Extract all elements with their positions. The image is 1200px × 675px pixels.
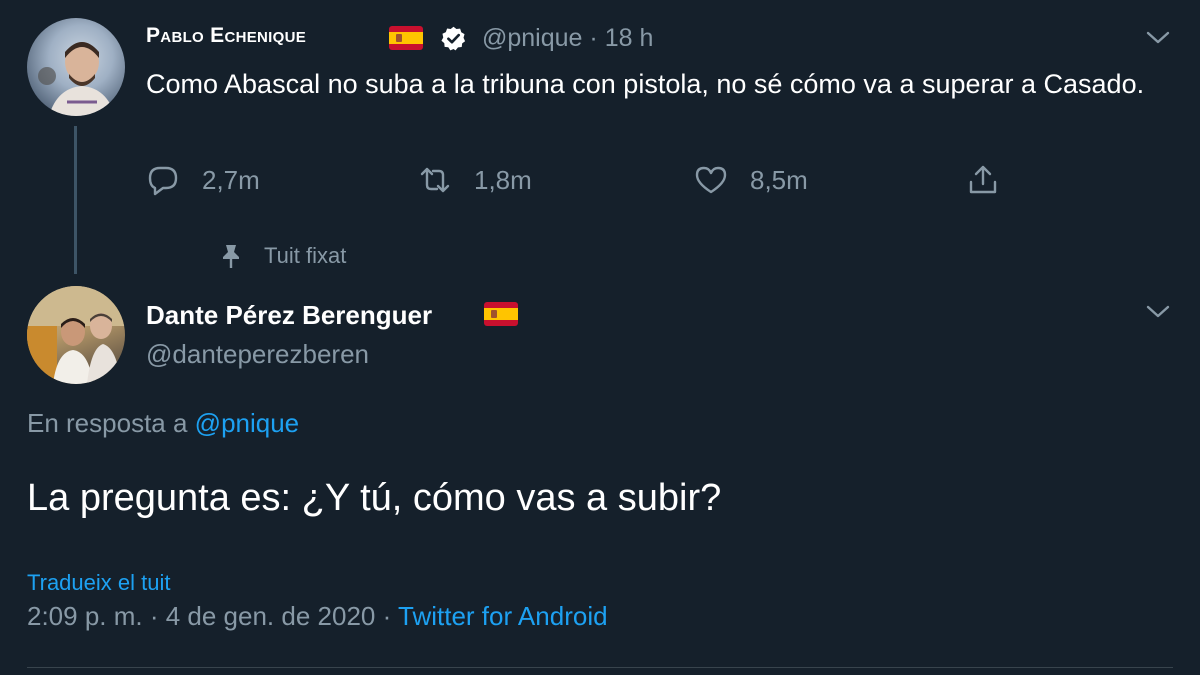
- tweet-author-name[interactable]: Pablo Echenique: [146, 24, 306, 48]
- thread-connector-line: [74, 126, 77, 274]
- like-button[interactable]: 8,5m: [694, 160, 808, 200]
- tweet-meta: @pnique · 18 h: [482, 24, 653, 53]
- share-button[interactable]: [966, 160, 1000, 200]
- reply-button[interactable]: 2,7m: [146, 160, 260, 200]
- verified-badge-icon: [441, 26, 466, 51]
- tweet-handle[interactable]: @pnique: [482, 24, 582, 52]
- avatar-dante-perez-berenguer[interactable]: [27, 286, 125, 384]
- heart-icon: [695, 166, 727, 194]
- tweet-author-name[interactable]: Dante Pérez Berenguer: [146, 300, 432, 331]
- avatar-pablo-echenique[interactable]: [27, 18, 125, 116]
- tweet-handle[interactable]: @danteperezberen: [146, 339, 369, 370]
- divider: [27, 667, 1173, 668]
- reply-icon: [148, 166, 178, 196]
- reply-count: 2,7m: [202, 164, 260, 195]
- pin-icon: [223, 245, 239, 268]
- tweet-time[interactable]: 18 h: [605, 24, 654, 52]
- pinned-tweet-indicator: Tuit fixat: [220, 243, 346, 269]
- spain-flag-icon: [389, 26, 423, 50]
- like-count: 8,5m: [750, 164, 808, 195]
- retweet-icon: [420, 167, 450, 193]
- avatar-portrait: [27, 286, 125, 384]
- reply-prefix: En resposta a: [27, 408, 188, 438]
- reply-context: En resposta a @pnique: [27, 408, 299, 439]
- reply-to-link[interactable]: @pnique: [195, 408, 299, 438]
- avatar-portrait: [38, 42, 115, 116]
- timestamp-text[interactable]: 2:09 p. m. · 4 de gen. de 2020 ·: [27, 601, 391, 631]
- source-link[interactable]: Twitter for Android: [398, 601, 608, 631]
- share-icon: [969, 165, 997, 194]
- retweet-count: 1,8m: [474, 164, 532, 195]
- translate-tweet-link[interactable]: Tradueix el tuit: [27, 570, 170, 596]
- retweet-button[interactable]: 1,8m: [418, 160, 532, 200]
- tweet-text: La pregunta es: ¿Y tú, cómo vas a subir?: [27, 477, 722, 519]
- pinned-label: Tuit fixat: [264, 243, 347, 268]
- tweet-text: Como Abascal no suba a la tribuna con pi…: [146, 69, 1145, 99]
- meta-separator: ·: [589, 24, 598, 52]
- tweet-timestamp: 2:09 p. m. · 4 de gen. de 2020 · Twitter…: [27, 601, 608, 632]
- spain-flag-icon: [484, 302, 518, 326]
- chevron-down-icon[interactable]: [1145, 303, 1171, 321]
- chevron-down-icon[interactable]: [1145, 29, 1171, 47]
